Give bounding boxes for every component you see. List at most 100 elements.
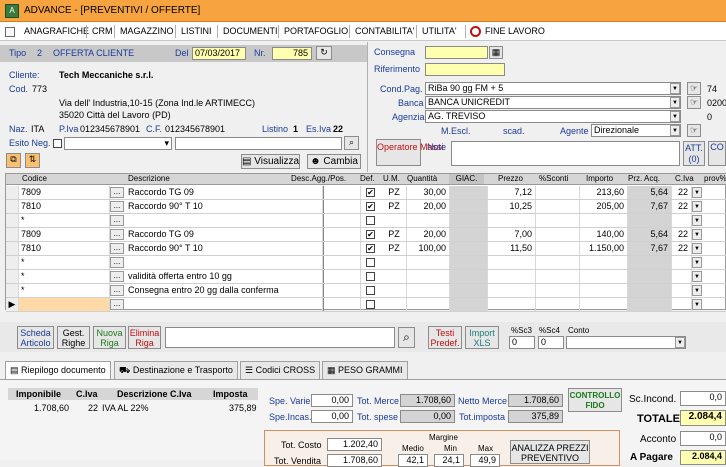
cell-prov[interactable] — [704, 200, 726, 213]
chevron-down-icon[interactable]: ▼ — [670, 83, 680, 94]
cell-desc-agg[interactable] — [323, 200, 361, 213]
menu-utilita[interactable]: UTILITA' — [422, 26, 457, 40]
cell-descrizione[interactable] — [126, 298, 323, 311]
condpag-select[interactable]: RiBa 90 gg FM + 5 — [425, 82, 681, 95]
table-row[interactable]: 7809... Raccordo TG 09 ✔ PZ 30,00 7,12 213,60 5… — [6, 186, 726, 200]
lookup-button[interactable]: ... — [110, 257, 124, 268]
cell-civa[interactable] — [672, 270, 692, 283]
def-checkbox[interactable] — [366, 216, 375, 225]
cell-desc-agg[interactable] — [323, 214, 361, 227]
cell-prov[interactable] — [704, 256, 726, 269]
menu-magazzino[interactable]: MAGAZZINO — [120, 26, 174, 40]
table-row[interactable]: 7810... Raccordo 90° T 10 ✔ PZ 100,00 11,50 1.… — [6, 242, 726, 256]
cell-codice[interactable]: * — [19, 214, 110, 227]
date-field[interactable]: 07/03/2017 — [192, 47, 246, 60]
cell-quantita[interactable] — [407, 256, 450, 269]
refresh-button[interactable]: ↻ — [316, 46, 332, 60]
row-selector[interactable] — [6, 256, 19, 269]
lookup-button[interactable]: ... — [110, 285, 124, 296]
spe-varie-field[interactable]: 0,00 — [311, 394, 353, 407]
menu-listini[interactable]: LISTINI — [181, 26, 212, 40]
row-selector[interactable] — [6, 284, 19, 297]
row-selector[interactable]: ▶ — [6, 298, 19, 311]
chevron-down-icon[interactable]: ▼ — [670, 97, 680, 108]
row-selector[interactable] — [6, 214, 19, 227]
tab-riepilogo[interactable]: ▤ Riepilogo documento — [5, 361, 111, 380]
chevron-down-icon[interactable]: ▼ — [692, 271, 702, 282]
cell-prezzo[interactable] — [488, 284, 536, 297]
agente-select[interactable]: Direzionale — [591, 124, 681, 137]
cell-civa[interactable] — [672, 214, 692, 227]
lookup-button[interactable]: ... — [110, 229, 124, 240]
banca-select[interactable]: BANCA UNICREDIT — [425, 96, 681, 109]
col-prz-acq[interactable]: Prz. Acq. — [628, 174, 668, 185]
menu-documenti[interactable]: DOCUMENTI — [223, 26, 278, 40]
cell-sconti[interactable] — [536, 228, 580, 241]
cell-civa[interactable]: 22 — [672, 242, 692, 255]
analizza-prezzi-button[interactable]: ANALIZZA PREZZI PREVENTIVO — [510, 440, 590, 464]
cell-codice[interactable]: * — [19, 284, 110, 297]
table-row[interactable]: *... ▼ — [6, 256, 726, 270]
cell-codice[interactable]: * — [19, 270, 110, 283]
cell-prezzo[interactable]: 7,12 — [488, 186, 536, 199]
cell-quantita[interactable] — [407, 214, 450, 227]
grid-search-button[interactable]: ⌕ — [398, 327, 415, 348]
table-row[interactable]: *... validità offerta entro 10 gg ▼ — [6, 270, 726, 284]
cell-codice[interactable]: 7809 — [19, 186, 110, 199]
swap-button[interactable]: ⇅ — [25, 153, 40, 168]
lookup-button[interactable]: ... — [110, 243, 124, 254]
cell-prezzo[interactable] — [488, 256, 536, 269]
esito-note-field[interactable] — [175, 137, 342, 150]
cell-prov[interactable] — [704, 214, 726, 227]
cell-codice[interactable]: 7810 — [19, 200, 110, 213]
cell-prezzo[interactable] — [488, 270, 536, 283]
def-checkbox[interactable] — [366, 258, 375, 267]
col-um[interactable]: U.M. — [383, 174, 403, 185]
elimina-riga-button[interactable]: Elimina Riga — [128, 326, 161, 349]
acconto-field[interactable]: 0,0 — [680, 431, 726, 446]
cell-prov[interactable] — [704, 284, 726, 297]
cell-civa[interactable]: 22 — [672, 186, 692, 199]
esito-select[interactable]: ▾ — [64, 137, 172, 150]
cell-desc-agg[interactable] — [323, 256, 361, 269]
table-row[interactable]: *... ▼ — [6, 214, 726, 228]
esito-checkbox[interactable] — [53, 139, 62, 148]
list-icon[interactable] — [5, 27, 15, 37]
cell-descrizione[interactable]: validità offerta entro 10 gg — [126, 270, 323, 283]
cell-civa[interactable] — [672, 256, 692, 269]
menu-fine-lavoro[interactable]: FINE LAVORO — [485, 26, 545, 40]
gest-righe-button[interactable]: Gest. Righe — [57, 326, 90, 349]
search-button[interactable]: ⌕ — [344, 136, 359, 150]
calendar-button[interactable]: ▦ — [489, 46, 503, 59]
chevron-down-icon[interactable]: ▼ — [692, 243, 702, 254]
cell-civa[interactable]: 22 — [672, 200, 692, 213]
menu-crm[interactable]: CRM — [92, 26, 113, 40]
cell-desc-agg[interactable] — [323, 270, 361, 283]
def-checkbox[interactable] — [366, 272, 375, 281]
cell-prezzo[interactable]: 11,50 — [488, 242, 536, 255]
cell-um[interactable]: PZ — [382, 200, 407, 213]
chevron-down-icon[interactable]: ▼ — [692, 201, 702, 212]
cell-prov[interactable] — [704, 298, 726, 311]
cell-civa[interactable] — [672, 298, 692, 311]
cell-civa[interactable]: 22 — [672, 228, 692, 241]
cell-um[interactable] — [382, 214, 407, 227]
nuova-riga-button[interactable]: Nuova Riga — [93, 326, 126, 349]
cell-sconti[interactable] — [536, 200, 580, 213]
chevron-down-icon[interactable]: ▼ — [692, 285, 702, 296]
cell-um[interactable] — [382, 298, 407, 311]
cell-desc-agg[interactable] — [323, 186, 361, 199]
col-codice[interactable]: Codice — [19, 174, 119, 185]
cell-quantita[interactable]: 20,00 — [407, 228, 450, 241]
row-selector[interactable] — [6, 186, 19, 199]
cell-um[interactable] — [382, 284, 407, 297]
cell-civa[interactable] — [672, 284, 692, 297]
cell-descrizione[interactable]: Raccordo 90° T 10 — [126, 200, 323, 213]
row-selector[interactable] — [6, 270, 19, 283]
def-checkbox[interactable]: ✔ — [366, 202, 375, 211]
cell-um[interactable] — [382, 270, 407, 283]
riferimento-field[interactable] — [425, 63, 505, 76]
def-checkbox[interactable]: ✔ — [366, 244, 375, 253]
controllo-fido-button[interactable]: CONTROLLO FIDO — [568, 388, 622, 412]
cell-descrizione[interactable]: Raccordo TG 09 — [126, 186, 323, 199]
